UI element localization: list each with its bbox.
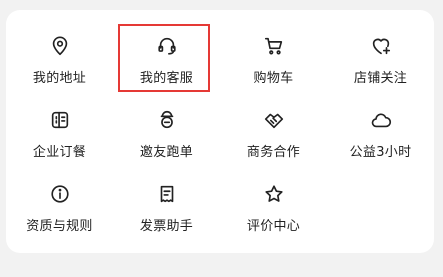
service-label: 企业订餐 [32, 145, 87, 160]
service-item-charity-3h[interactable]: 公益3小时 [327, 104, 434, 178]
service-item-qualifications-rules[interactable]: 资质与规则 [6, 178, 113, 252]
service-item-cart[interactable]: 购物车 [220, 30, 327, 104]
service-label: 商务合作 [246, 145, 301, 160]
service-label: 我的地址 [32, 71, 87, 86]
services-grid: 我的地址 我的客服 购物车 店铺关注 企业订餐 邀友跑单 商务合作 公益3小时 … [6, 24, 434, 252]
service-label: 公益3小时 [349, 145, 412, 160]
service-label: 邀友跑单 [139, 145, 194, 160]
info-icon [48, 182, 72, 206]
service-item-business-cooperation[interactable]: 商务合作 [220, 104, 327, 178]
service-label: 我的客服 [139, 71, 194, 86]
headset-icon [155, 34, 179, 58]
service-item-review-center[interactable]: 评价中心 [220, 178, 327, 252]
service-item-invite-rider[interactable]: 邀友跑单 [113, 104, 220, 178]
receipt-icon [155, 182, 179, 206]
heart-plus-icon [369, 34, 393, 58]
service-item-enterprise-ordering[interactable]: 企业订餐 [6, 104, 113, 178]
service-item-address[interactable]: 我的地址 [6, 30, 113, 104]
building-icon [48, 108, 72, 132]
location-icon [48, 34, 72, 58]
service-label: 资质与规则 [26, 219, 93, 234]
service-label: 店铺关注 [353, 71, 408, 86]
handshake-icon [262, 108, 286, 132]
service-label: 发票助手 [139, 219, 194, 234]
cart-icon [262, 34, 286, 58]
service-label: 评价中心 [246, 219, 301, 234]
service-item-customer-service[interactable]: 我的客服 [113, 24, 220, 104]
service-item-invoice-helper[interactable]: 发票助手 [113, 178, 220, 252]
cloud-icon [369, 108, 393, 132]
service-label: 购物车 [253, 71, 294, 86]
services-card: 我的地址 我的客服 购物车 店铺关注 企业订餐 邀友跑单 商务合作 公益3小时 … [6, 10, 434, 253]
service-item-followed-shops[interactable]: 店铺关注 [327, 30, 434, 104]
star-icon [262, 182, 286, 206]
helmet-icon [155, 108, 179, 132]
